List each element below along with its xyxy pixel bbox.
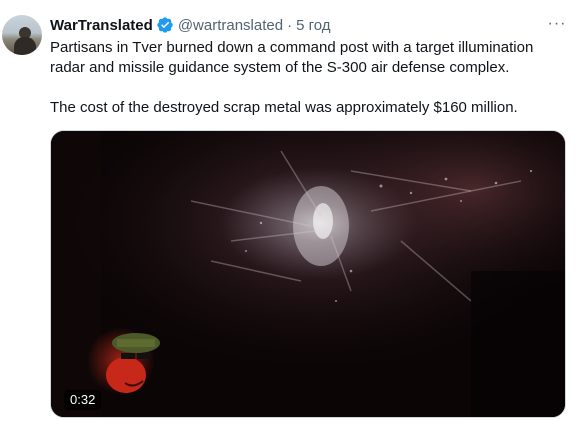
author-name[interactable]: WarTranslated bbox=[50, 17, 153, 34]
tweet-paragraph: The cost of the destroyed scrap metal wa… bbox=[50, 99, 518, 116]
author-handle[interactable]: @wartranslated bbox=[178, 17, 283, 34]
tweet-text: Partisans in Tver burned down a command … bbox=[50, 38, 570, 118]
tweet-timestamp[interactable]: 5 год bbox=[296, 17, 330, 34]
video-thumbnail bbox=[51, 131, 565, 417]
video-duration: 0:32 bbox=[64, 390, 102, 410]
more-options-icon[interactable]: ··· bbox=[546, 14, 568, 34]
avatar[interactable] bbox=[2, 15, 42, 55]
avatar-figure-body bbox=[14, 37, 36, 55]
tweet-paragraph: Partisans in Tver burned down a command … bbox=[50, 39, 534, 76]
verified-badge-icon bbox=[156, 16, 174, 34]
tweet-header: WarTranslated @wartranslated · 5 год bbox=[50, 15, 331, 35]
video-player[interactable]: 0:32 bbox=[50, 130, 566, 418]
separator-dot: · bbox=[287, 16, 293, 34]
tweet: WarTranslated @wartranslated · 5 год ···… bbox=[0, 0, 581, 426]
